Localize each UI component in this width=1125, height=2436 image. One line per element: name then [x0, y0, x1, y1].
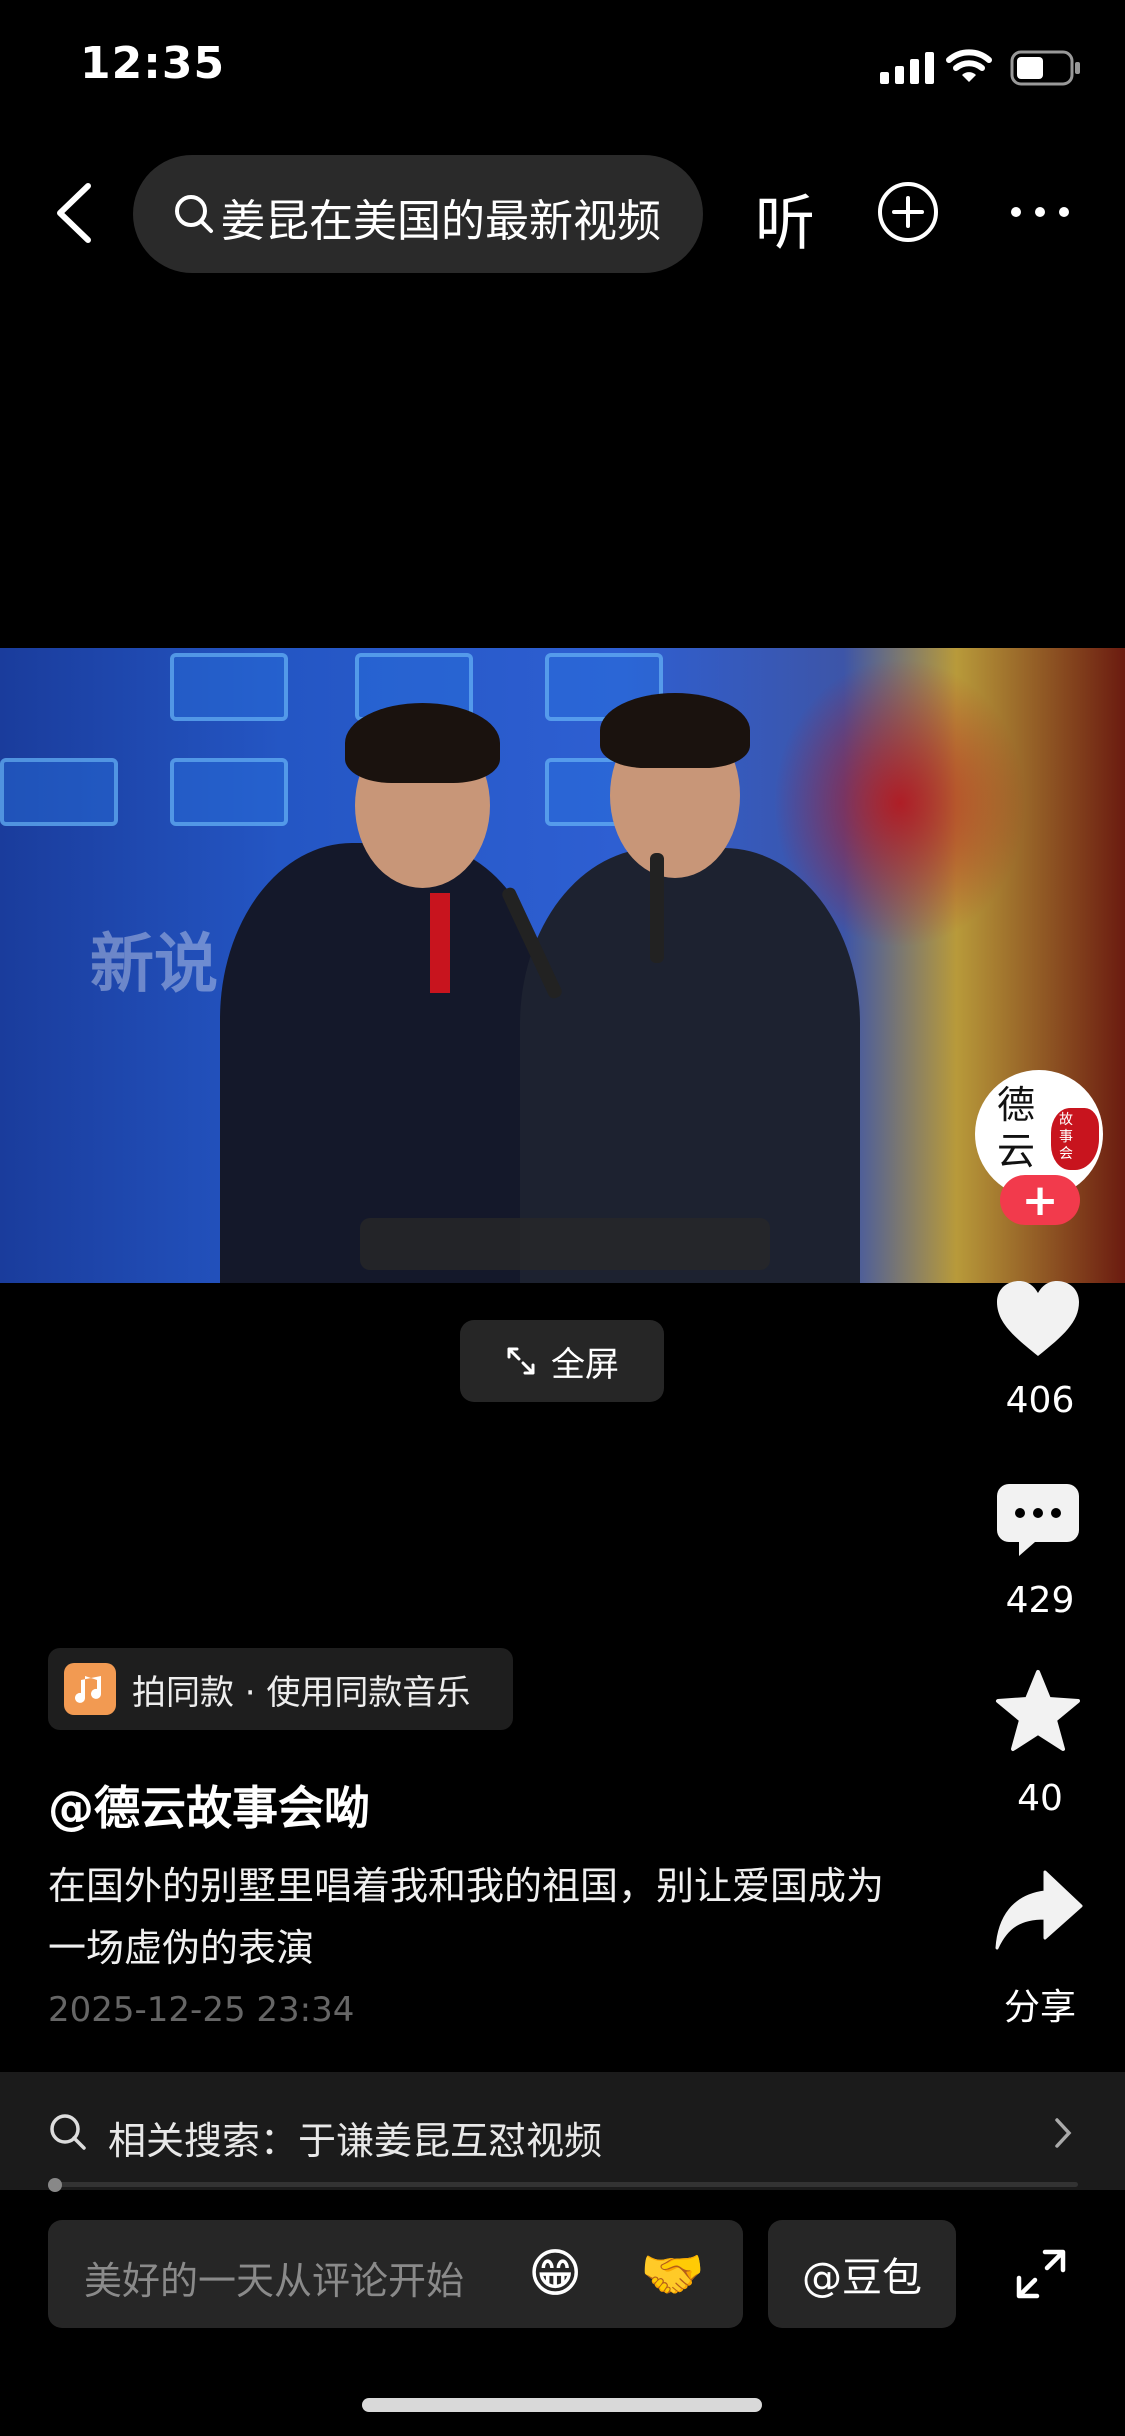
- share-label[interactable]: 分享: [980, 1978, 1100, 2030]
- music-label: 拍同款 · 使用同款音乐: [132, 1672, 471, 1713]
- back-arrow-icon[interactable]: [48, 178, 98, 248]
- share-icon[interactable]: [993, 1868, 1083, 1952]
- status-time: 12:35: [80, 38, 226, 89]
- video-progress-bar[interactable]: [48, 2178, 1078, 2192]
- video-description: 在国外的别墅里唱着我和我的祖国，别让爱国成为一场虚伪的表演: [48, 1864, 885, 1970]
- comment-input[interactable]: 美好的一天从评论开始 😁 🤝: [48, 2220, 743, 2328]
- search-icon: [175, 195, 213, 233]
- search-query-text: 姜昆在美国的最新视频: [221, 196, 661, 247]
- doubao-button[interactable]: @豆包: [768, 2220, 956, 2328]
- favorite-count: 40: [1017, 1778, 1063, 1819]
- search-bar[interactable]: 姜昆在美国的最新视频: [133, 155, 703, 273]
- video-player[interactable]: 新说: [0, 648, 1125, 1283]
- video-subtitle-bar: [360, 1218, 770, 1270]
- follow-button[interactable]: +: [1000, 1175, 1080, 1226]
- progress-handle[interactable]: [48, 2178, 62, 2192]
- avatar-text: 德云: [997, 1083, 1036, 1173]
- comment-placeholder: 美好的一天从评论开始: [84, 2259, 465, 2303]
- use-same-music-button[interactable]: 拍同款 · 使用同款音乐: [48, 1648, 513, 1730]
- related-search-text: 相关搜索：于谦姜昆互怼视频: [108, 2119, 603, 2163]
- home-indicator: [362, 2398, 762, 2412]
- grin-emoji-button[interactable]: 😁: [528, 2244, 582, 2304]
- heart-icon[interactable]: [993, 1278, 1083, 1360]
- fullscreen-button[interactable]: 全屏: [460, 1320, 664, 1402]
- video-watermark: 新说: [90, 927, 218, 1002]
- avatar-subtext: 故事会: [1059, 1112, 1073, 1162]
- author-name[interactable]: @德云故事会呦: [48, 1772, 370, 1838]
- related-search-bar[interactable]: 相关搜索：于谦姜昆互怼视频: [0, 2072, 1125, 2190]
- expand-icon[interactable]: [1015, 2248, 1067, 2300]
- signal-icon: [880, 52, 934, 84]
- fullscreen-label: 全屏: [551, 1344, 619, 1385]
- post-date: 2025-12-25 23:34: [48, 1990, 355, 2030]
- add-circle-icon[interactable]: [876, 180, 940, 244]
- star-icon[interactable]: [992, 1668, 1084, 1756]
- wifi-icon: [946, 49, 992, 82]
- music-note-icon: [64, 1663, 116, 1715]
- comment-icon[interactable]: [995, 1480, 1081, 1560]
- battery-icon: [1010, 50, 1080, 86]
- handshake-emoji-button[interactable]: 🤝: [640, 2244, 705, 2305]
- chevron-right-icon: [1055, 2118, 1072, 2148]
- search-icon: [50, 2114, 86, 2150]
- comment-count: 429: [1005, 1580, 1075, 1621]
- expand-icon: [507, 1347, 535, 1375]
- more-options-icon[interactable]: [1008, 200, 1072, 224]
- like-count: 406: [1005, 1380, 1075, 1421]
- listen-button[interactable]: 听: [755, 175, 815, 262]
